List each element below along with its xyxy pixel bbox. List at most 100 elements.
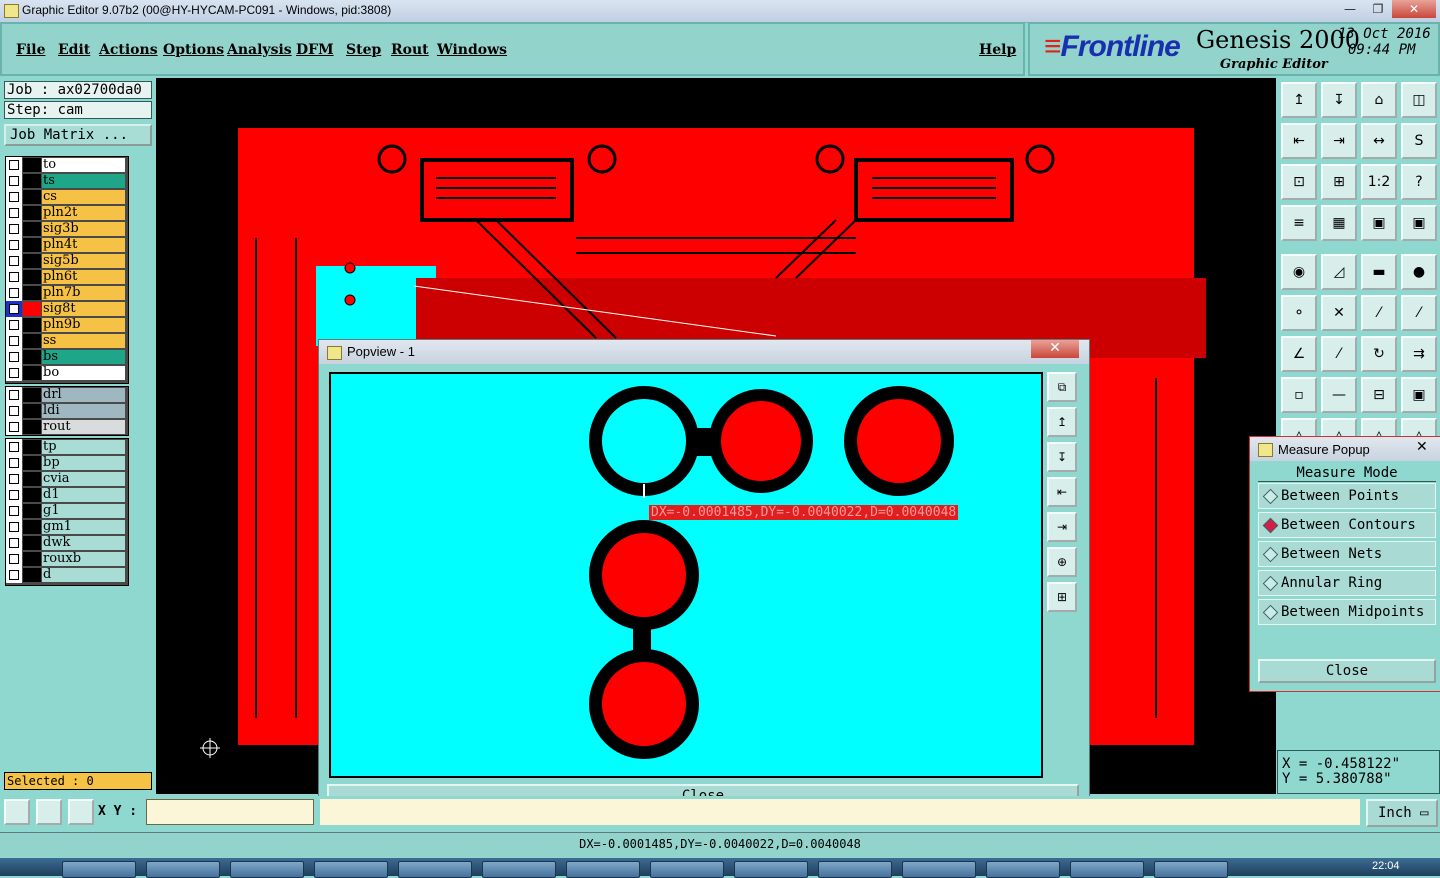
layer-name[interactable]: bo bbox=[42, 366, 125, 380]
layer-row-pln9b[interactable]: pln9b bbox=[6, 317, 128, 333]
grid-tool-icon[interactable] bbox=[68, 799, 94, 825]
layer-name[interactable]: ts bbox=[42, 174, 125, 188]
layer-row-gm1[interactable]: gm1 bbox=[6, 519, 128, 535]
radio-diamond-icon[interactable] bbox=[1262, 546, 1279, 563]
layer-name[interactable]: g1 bbox=[42, 504, 125, 518]
layer-name[interactable]: pln6t bbox=[42, 270, 125, 284]
layer-color-swatch[interactable] bbox=[23, 404, 41, 418]
layer-checkbox[interactable] bbox=[6, 387, 22, 403]
layer-row-drl[interactable]: drl bbox=[6, 387, 128, 403]
layer-color-swatch[interactable] bbox=[23, 206, 41, 220]
tool-button-23-icon[interactable]: ⁄ bbox=[1361, 295, 1397, 331]
layer-checkbox[interactable] bbox=[6, 503, 22, 519]
layer-color-swatch[interactable] bbox=[23, 350, 41, 364]
tool-button-18-icon[interactable]: ◿ bbox=[1321, 254, 1357, 290]
layer-row-d[interactable]: d bbox=[6, 567, 128, 583]
layer-row-bs[interactable]: bs bbox=[6, 349, 128, 365]
units-selector[interactable]: Inch ▭ bbox=[1366, 799, 1438, 827]
radio-diamond-icon[interactable] bbox=[1262, 488, 1279, 505]
layer-color-swatch[interactable] bbox=[23, 420, 41, 434]
layer-color-swatch[interactable] bbox=[23, 238, 41, 252]
layer-checkbox[interactable] bbox=[6, 439, 22, 455]
measure-option[interactable]: Between Midpoints bbox=[1258, 599, 1436, 625]
radio-diamond-icon[interactable] bbox=[1262, 575, 1279, 592]
layer-name[interactable]: cs bbox=[42, 190, 125, 204]
layer-color-swatch[interactable] bbox=[23, 472, 41, 486]
tool-button-8-icon[interactable]: S bbox=[1401, 123, 1437, 159]
layer-row-dwk[interactable]: dwk bbox=[6, 535, 128, 551]
tool-button-30-icon[interactable]: — bbox=[1321, 377, 1357, 413]
taskbar-item[interactable] bbox=[62, 861, 136, 878]
layer-row-g1[interactable]: g1 bbox=[6, 503, 128, 519]
popview-tool-7-icon[interactable]: ⊞ bbox=[1047, 582, 1077, 612]
layer-checkbox[interactable] bbox=[6, 567, 22, 583]
layer-color-swatch[interactable] bbox=[23, 456, 41, 470]
layer-row-cvia[interactable]: cvia bbox=[6, 471, 128, 487]
zoom-tool-icon[interactable] bbox=[4, 799, 30, 825]
tool-button-21-icon[interactable]: ⚬ bbox=[1281, 295, 1317, 331]
layer-checkbox[interactable] bbox=[6, 205, 22, 221]
layer-row-d1[interactable]: d1 bbox=[6, 487, 128, 503]
layer-color-swatch[interactable] bbox=[23, 334, 41, 348]
tool-button-3-icon[interactable]: ⌂ bbox=[1361, 82, 1397, 118]
taskbar-item[interactable] bbox=[1070, 861, 1144, 878]
restore-icon[interactable]: ❐ bbox=[1364, 0, 1392, 18]
radio-diamond-icon[interactable] bbox=[1262, 604, 1279, 621]
layer-color-swatch[interactable] bbox=[23, 440, 41, 454]
tool-button-1-icon[interactable]: ↥ bbox=[1281, 82, 1317, 118]
layer-color-swatch[interactable] bbox=[23, 536, 41, 550]
layer-row-sig3b[interactable]: sig3b bbox=[6, 221, 128, 237]
layer-color-swatch[interactable] bbox=[23, 190, 41, 204]
tool-button-4-icon[interactable]: ◫ bbox=[1401, 82, 1437, 118]
measure-close-icon[interactable]: ✕ bbox=[1416, 439, 1428, 455]
measure-option[interactable]: Annular Ring bbox=[1258, 570, 1436, 596]
layer-checkbox[interactable] bbox=[6, 221, 22, 237]
measure-option[interactable]: Between Nets bbox=[1258, 541, 1436, 567]
layer-checkbox[interactable] bbox=[6, 237, 22, 253]
layer-checkbox[interactable] bbox=[6, 471, 22, 487]
taskbar-item[interactable] bbox=[230, 861, 304, 878]
taskbar-item[interactable] bbox=[482, 861, 556, 878]
layer-color-swatch[interactable] bbox=[23, 286, 41, 300]
tool-button-26-icon[interactable]: ⁄ bbox=[1321, 336, 1357, 372]
layer-name[interactable]: dwk bbox=[42, 536, 125, 550]
snap-tool-icon[interactable] bbox=[36, 799, 62, 825]
layer-name[interactable]: pln9b bbox=[42, 318, 125, 332]
layer-row-pln4t[interactable]: pln4t bbox=[6, 237, 128, 253]
tool-button-11-icon[interactable]: 1:2 bbox=[1361, 164, 1397, 200]
layer-row-pln2t[interactable]: pln2t bbox=[6, 205, 128, 221]
layer-color-swatch[interactable] bbox=[23, 318, 41, 332]
taskbar-item[interactable] bbox=[650, 861, 724, 878]
layer-name[interactable]: drl bbox=[42, 388, 125, 402]
layer-checkbox[interactable] bbox=[6, 403, 22, 419]
tool-button-24-icon[interactable]: ⁄ bbox=[1401, 295, 1437, 331]
popview-tool-3-icon[interactable]: ↧ bbox=[1047, 442, 1077, 472]
layer-name[interactable]: d1 bbox=[42, 488, 125, 502]
layer-color-swatch[interactable] bbox=[23, 302, 41, 316]
layer-checkbox[interactable] bbox=[6, 349, 22, 365]
menu-help[interactable]: Help bbox=[979, 42, 1016, 58]
taskbar-item[interactable] bbox=[902, 861, 976, 878]
tool-button-20-icon[interactable]: ● bbox=[1401, 254, 1437, 290]
layer-checkbox[interactable] bbox=[6, 269, 22, 285]
measure-close-button[interactable]: Close bbox=[1258, 659, 1436, 683]
layer-row-pln7b[interactable]: pln7b bbox=[6, 285, 128, 301]
layer-row-to[interactable]: to bbox=[6, 157, 128, 173]
radio-diamond-icon[interactable] bbox=[1262, 517, 1279, 534]
layer-checkbox[interactable] bbox=[6, 285, 22, 301]
layer-name[interactable]: pln2t bbox=[42, 206, 125, 220]
menu-analysis[interactable]: Analysis bbox=[227, 42, 292, 58]
layer-row-ts[interactable]: ts bbox=[6, 173, 128, 189]
layer-name[interactable]: ldi bbox=[42, 404, 125, 418]
taskbar-item[interactable] bbox=[986, 861, 1060, 878]
tool-button-19-icon[interactable]: ▬ bbox=[1361, 254, 1397, 290]
layer-checkbox[interactable] bbox=[6, 173, 22, 189]
layer-checkbox[interactable] bbox=[6, 253, 22, 269]
popview-canvas[interactable]: DX=-0.0001485,DY=-0.0040022,D=0.0040048 bbox=[329, 372, 1043, 778]
tool-button-22-icon[interactable]: ✕ bbox=[1321, 295, 1357, 331]
layer-checkbox[interactable] bbox=[6, 189, 22, 205]
layer-name[interactable]: to bbox=[42, 158, 125, 172]
layer-name[interactable]: gm1 bbox=[42, 520, 125, 534]
menu-actions[interactable]: Actions bbox=[99, 42, 158, 58]
layer-checkbox[interactable] bbox=[6, 333, 22, 349]
